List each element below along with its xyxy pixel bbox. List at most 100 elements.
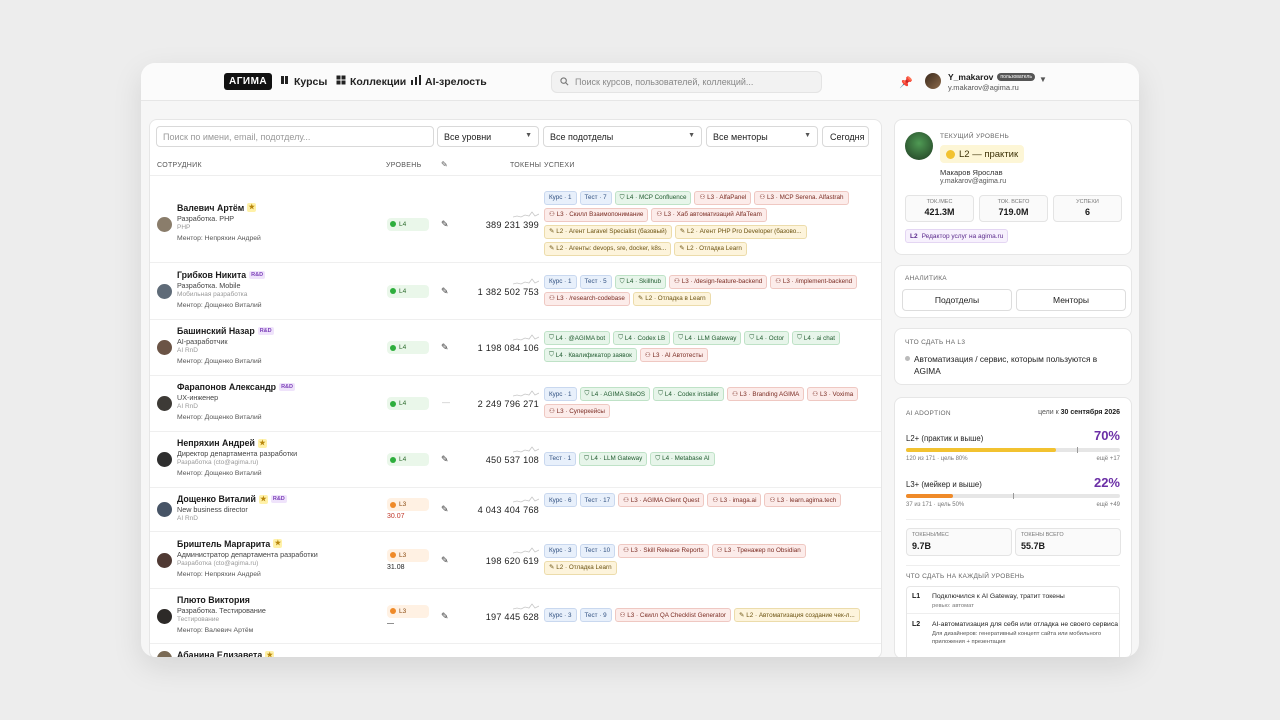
success-chip[interactable]: Курс · 1	[544, 190, 577, 205]
table-row[interactable]: Дощенко Виталий ★ R&D New business director…	[150, 488, 881, 532]
employee-name[interactable]: Абанина Елизавета ★	[177, 650, 275, 657]
success-chip[interactable]: ✎ L2 · Отладка Learn	[674, 241, 747, 256]
pin-icon[interactable]: 📌	[899, 76, 913, 89]
table-row[interactable]: Бриштель Маргарита ★ Администратор департа…	[150, 532, 881, 589]
table-row[interactable]: Грибков Никита R&D Разработка. Mobile Мобил…	[150, 263, 881, 320]
table-row[interactable]: Абанина Елизавета ★	[150, 644, 881, 657]
nav-ai-maturity[interactable]: AI-зрелость	[411, 75, 487, 88]
success-chip[interactable]: ⛉ L4 · Skillhub	[614, 274, 667, 289]
edit-pencil-icon[interactable]: ✎	[441, 504, 449, 515]
success-chip[interactable]: ⚇ L3 · Branding AGIMA	[727, 387, 805, 401]
subdept-select[interactable]: Все подотделы ▼	[543, 126, 702, 147]
success-chip[interactable]: ⛉ L4 · ai chat	[792, 331, 840, 345]
nav-courses[interactable]: Курсы	[280, 75, 327, 88]
success-chip[interactable]: ⚇ L3 · AGIMA Client Quest	[618, 493, 705, 507]
employee-name[interactable]: Непряхин Андрей ★	[177, 438, 267, 448]
employee-avatar[interactable]	[157, 340, 172, 355]
success-chip[interactable]: Курс · 6	[544, 493, 577, 507]
employee-search-input[interactable]: Поиск по имени, email, подотделу...	[156, 126, 434, 147]
table-row[interactable]: Фарапонов Александр R&D UX-инженер AI RnD Ме…	[150, 376, 881, 432]
col-employee[interactable]: СОТРУДНИК	[157, 162, 202, 169]
table-row[interactable]: Башинский Назар R&D AI-разработчик AI RnD Ме…	[150, 320, 881, 376]
edit-pencil-icon[interactable]: ✎	[441, 555, 449, 566]
employee-avatar[interactable]	[157, 283, 172, 299]
mentor-select[interactable]: Все менторы ▼	[706, 126, 818, 147]
employee-avatar[interactable]	[157, 651, 172, 657]
success-chip[interactable]: ✎ L2 · Агенты: devops, sre, docker, k8s..…	[544, 241, 672, 256]
profile-avatar[interactable]	[905, 132, 933, 160]
col-level[interactable]: УРОВЕНЬ	[386, 162, 422, 169]
success-chip[interactable]: ⚇ L3 · Суперкейсы	[544, 404, 610, 418]
success-chip[interactable]: Тест · 5	[579, 274, 612, 289]
col-tokens[interactable]: ТОКЕНЫ	[510, 162, 541, 169]
success-chip[interactable]: ⛉ L4 · @AGIMA bot	[544, 331, 611, 345]
level-badge[interactable]: L4	[387, 341, 429, 354]
nav-collections[interactable]: Коллекции	[336, 75, 406, 88]
success-chip[interactable]: ⛉ L4 · Квалификатор заявок	[544, 348, 637, 362]
success-chip[interactable]: ⚇ L3 · Тренажер по Obsidian	[711, 543, 806, 558]
success-chip[interactable]: Курс · 1	[544, 274, 577, 289]
service-tag[interactable]: L2 Редактор услуг на agima.ru	[905, 229, 1009, 243]
level-badge[interactable]: L4	[387, 397, 429, 410]
employee-name[interactable]: Дощенко Виталий ★ R&D	[177, 494, 287, 504]
success-chip[interactable]: ⚇ L3 · learn.agima.tech	[764, 493, 842, 507]
success-chip[interactable]: ⚇ L3 · Skill Release Reports	[618, 543, 709, 558]
success-chip[interactable]: Курс · 1	[544, 387, 577, 401]
success-chip[interactable]: ⛉ L4 · Codex installer	[653, 387, 725, 401]
success-chip[interactable]: ⛉ L4 · MCP Confluence	[614, 190, 692, 205]
success-chip[interactable]: ✎ L2 · Агент Laravel Specialist (базовый)	[544, 224, 672, 239]
user-name-block[interactable]: Y_makarov пользователь	[948, 72, 1035, 82]
success-chip[interactable]: ⛉ L4 · LLM Gateway	[673, 331, 742, 345]
success-chip[interactable]: ⚇ L3 · /design-feature-backend	[669, 274, 768, 289]
employee-name[interactable]: Фарапонов Александр R&D	[177, 382, 295, 392]
success-chip[interactable]: ⛉ L4 · Octor	[744, 331, 790, 345]
success-chip[interactable]: Тест · 17	[579, 493, 616, 507]
success-chip[interactable]: ⚇ L3 · Хаб автоматизаций AlfaTeam	[651, 207, 767, 222]
success-chip[interactable]: ⛉ L4 · LLM Gateway	[579, 451, 648, 466]
success-chip[interactable]: ⚇ L3 · Voxima	[807, 387, 859, 401]
employee-avatar[interactable]	[157, 552, 172, 568]
success-chip[interactable]: ⚇ L3 · Скилл QA Checklist Generator	[614, 608, 731, 622]
mentors-button[interactable]: Менторы	[1016, 289, 1126, 311]
today-button[interactable]: Сегодня	[822, 126, 869, 147]
employee-avatar[interactable]	[157, 216, 172, 232]
success-chip[interactable]: ⚇ L3 · AlfaPanel	[694, 190, 752, 205]
edit-pencil-icon[interactable]: ✎	[441, 342, 449, 353]
success-chip[interactable]: ⚇ L3 · /research-codebase	[544, 291, 630, 306]
employee-avatar[interactable]	[157, 608, 172, 624]
employee-name[interactable]: Валевич Артём ★	[177, 203, 257, 213]
employee-avatar[interactable]	[157, 502, 172, 517]
success-chip[interactable]: ✎ L2 · Автоматизация создание чек-л...	[733, 608, 860, 622]
level-badge[interactable]: L3	[387, 604, 429, 618]
success-chip[interactable]: Тест · 10	[579, 543, 616, 558]
success-chip[interactable]: ✎ L2 · Отладка в Learn	[632, 291, 711, 306]
success-chip[interactable]: ✎ L2 · Отладка Learn	[544, 560, 617, 575]
success-chip[interactable]: ⚇ L3 · AI Автотесты	[639, 348, 708, 362]
user-avatar[interactable]	[925, 73, 941, 89]
subdepartments-button[interactable]: Подотделы	[902, 289, 1012, 311]
success-chip[interactable]: Тест · 7	[579, 190, 612, 205]
table-row[interactable]: Плюто Виктория Разработка. Тестирование Те…	[150, 589, 881, 644]
success-chip[interactable]: Тест · 1	[544, 451, 577, 466]
employee-name[interactable]: Башинский Назар R&D	[177, 326, 274, 336]
table-row[interactable]: Валевич Артём ★ Разработка. PHP PHP Ментор: …	[150, 186, 881, 263]
level-badge[interactable]: L3	[387, 498, 429, 511]
level-select[interactable]: Все уровни ▼	[437, 126, 539, 147]
agima-logo[interactable]: АГИМА	[224, 73, 273, 90]
success-chip[interactable]: ⚇ L3 · imaga.ai	[707, 493, 762, 507]
success-chip[interactable]: Курс · 3	[544, 608, 577, 622]
level-badge[interactable]: L4	[387, 453, 429, 466]
edit-pencil-icon[interactable]: ✎	[441, 454, 449, 465]
employee-name[interactable]: Плюто Виктория	[177, 595, 250, 605]
employee-avatar[interactable]	[157, 452, 172, 467]
success-chip[interactable]: ⛉ L4 · AGIMA SiteOS	[579, 387, 651, 401]
level-badge[interactable]: L3	[387, 548, 429, 562]
success-chip[interactable]: ⚇ L3 · /implement-backend	[770, 274, 858, 289]
success-chip[interactable]: ⛉ L4 · Metabase AI	[650, 451, 715, 466]
chevron-down-icon[interactable]: ▼	[1039, 75, 1047, 84]
edit-pencil-icon[interactable]: ✎	[441, 286, 449, 297]
success-chip[interactable]: Тест · 9	[579, 608, 612, 622]
employee-name[interactable]: Бриштель Маргарита ★	[177, 539, 283, 549]
edit-pencil-icon[interactable]: ✎	[441, 219, 449, 230]
success-chip[interactable]: ⛉ L4 · Codex LB	[613, 331, 671, 345]
